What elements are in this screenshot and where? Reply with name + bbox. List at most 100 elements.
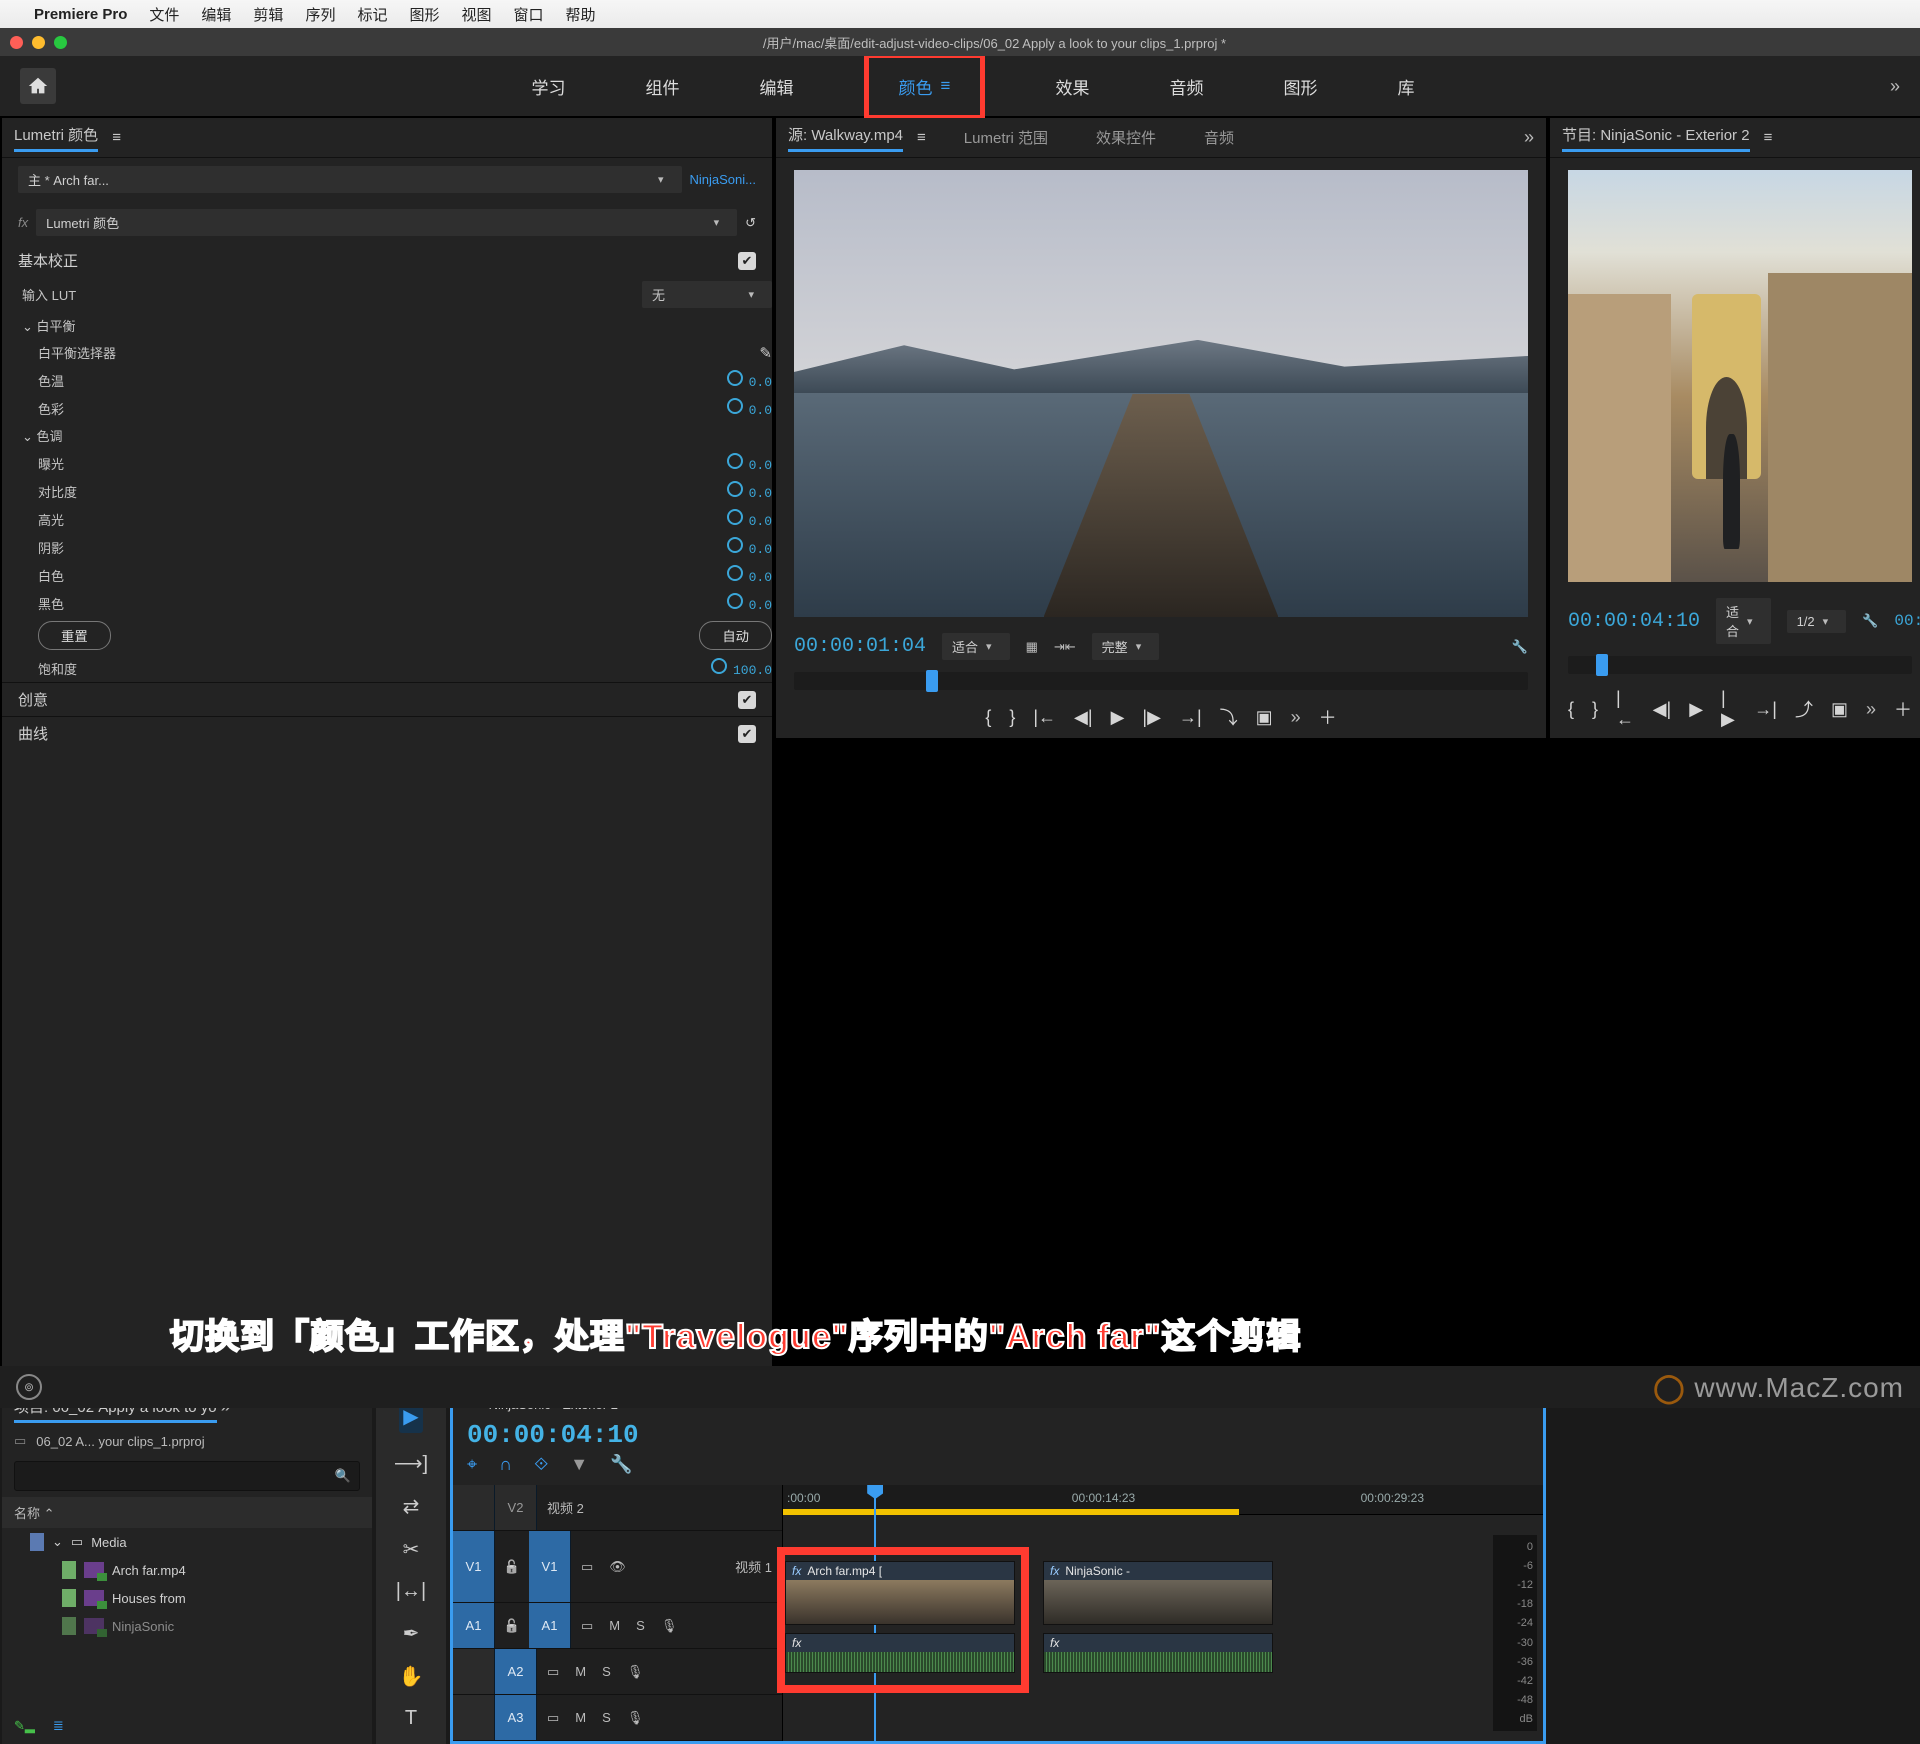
menu-help[interactable]: 帮助 (566, 4, 596, 25)
reset-button[interactable]: 重置 (38, 621, 111, 650)
mark-in-icon[interactable]: { (1568, 699, 1574, 720)
eyedropper-icon[interactable]: ✎ (759, 344, 772, 362)
ws-graphics[interactable]: 图形 (1273, 53, 1327, 120)
overflow-icon[interactable]: » (1866, 699, 1876, 720)
hand-tool-icon[interactable]: ✋ (399, 1664, 424, 1689)
step-fwd-icon[interactable]: |▶ (1142, 707, 1161, 728)
column-name[interactable]: 名称 (14, 1506, 40, 1521)
insert-icon[interactable]: ⤵ (1220, 704, 1238, 730)
creative-cloud-icon[interactable]: ⊚ (16, 1374, 42, 1400)
mic-icon[interactable]: 🎙 (661, 1618, 678, 1634)
menu-icon[interactable]: ≡ (917, 129, 926, 146)
expand-icon[interactable]: ⇥⇤ (1054, 639, 1076, 655)
clip-houses[interactable]: Houses from (112, 1591, 186, 1606)
go-out-icon[interactable]: →| (1754, 699, 1777, 720)
ws-edit[interactable]: 编辑 (750, 53, 804, 120)
source-scrubber[interactable] (794, 672, 1528, 690)
tab-audio[interactable]: 音频 (1204, 127, 1234, 148)
settings-icon[interactable]: 🔧 (1512, 639, 1528, 655)
mute-button[interactable]: M (609, 1618, 620, 1633)
menu-file[interactable]: 文件 (149, 4, 179, 25)
menu-icon[interactable]: ≡ (1764, 129, 1773, 146)
tab-lumetri-scopes[interactable]: Lumetri 范围 (964, 127, 1048, 148)
magnet-icon[interactable]: ∩ (499, 1454, 512, 1475)
solo-button[interactable]: S (636, 1618, 645, 1633)
add-button-icon[interactable]: ＋ (1894, 696, 1912, 722)
mic-icon[interactable]: 🎙 (627, 1710, 644, 1726)
src-v1[interactable]: V1 (453, 1531, 495, 1602)
timeline-timecode[interactable]: 00:00:04:10 (453, 1420, 1543, 1450)
menu-icon[interactable]: ≡ (941, 76, 951, 96)
marker-icon[interactable]: ▼ (570, 1454, 588, 1475)
pen-tool-icon[interactable]: ✒ (403, 1621, 420, 1646)
fit-dropdown[interactable]: 适合 (942, 633, 1010, 660)
lumetri-tab[interactable]: Lumetri 颜色 (14, 124, 98, 152)
creative-header[interactable]: 创意 (18, 689, 48, 710)
ws-library[interactable]: 库 (1387, 53, 1424, 120)
menu-icon[interactable]: ≡ (112, 129, 121, 146)
snap-icon[interactable]: ⌖ (467, 1454, 477, 1475)
mark-in-icon[interactable]: { (985, 707, 991, 728)
ws-audio[interactable]: 音频 (1159, 53, 1213, 120)
ws-learn[interactable]: 学习 (522, 53, 576, 120)
grid-icon[interactable]: ▦ (1026, 639, 1038, 655)
step-back-icon[interactable]: ◀| (1653, 699, 1672, 720)
master-clip-dropdown[interactable]: 主 * Arch far... (18, 166, 682, 193)
add-button-icon[interactable]: ＋ (1319, 704, 1337, 730)
src-a1[interactable]: A1 (453, 1603, 495, 1648)
quality-dropdown[interactable]: 1/2 (1787, 610, 1847, 633)
overflow-icon[interactable]: » (1291, 707, 1301, 728)
ws-assembly[interactable]: 组件 (636, 53, 690, 120)
settings-icon[interactable]: 🔧 (610, 1454, 632, 1475)
sequence-link[interactable]: NinjaSoni... (690, 172, 756, 187)
lock-icon[interactable] (495, 1559, 529, 1575)
menu-window[interactable]: 窗口 (514, 4, 544, 25)
program-viewer[interactable] (1568, 170, 1912, 582)
overwrite-icon[interactable]: ▣ (1256, 707, 1273, 728)
ws-color[interactable]: 颜色 ≡ (889, 68, 961, 105)
settings-icon[interactable]: 🔧 (1862, 613, 1878, 629)
program-timecode[interactable]: 00:00:04:10 (1568, 610, 1700, 633)
go-in-icon[interactable]: |← (1616, 688, 1635, 730)
menu-sequence[interactable]: 序列 (305, 4, 335, 25)
play-icon[interactable]: ▶ (1111, 707, 1125, 728)
type-tool-icon[interactable]: T (405, 1707, 417, 1730)
step-fwd-icon[interactable]: |▶ (1721, 688, 1736, 730)
clip-ninjasonic[interactable]: fxNinjaSonic - (1043, 1561, 1273, 1625)
home-button[interactable] (20, 68, 56, 104)
clip-arch[interactable]: Arch far.mp4 (112, 1563, 186, 1578)
go-in-icon[interactable]: |← (1033, 707, 1056, 728)
basic-toggle[interactable]: ✔ (738, 252, 756, 270)
mark-out-icon[interactable]: } (1009, 707, 1015, 728)
time-ruler[interactable]: :00:00 00:00:14:23 00:00:29:23 (783, 1485, 1543, 1515)
overflow-icon[interactable]: » (1524, 127, 1534, 148)
menu-clip[interactable]: 剪辑 (253, 4, 283, 25)
lock-icon[interactable] (495, 1618, 529, 1634)
zoom-icon[interactable] (54, 36, 67, 49)
audio-clip[interactable]: fx (1043, 1633, 1273, 1673)
list-view-icon[interactable]: ≣ (53, 1718, 64, 1734)
ws-effects[interactable]: 效果 (1045, 53, 1099, 120)
slip-tool-icon[interactable]: |↔| (396, 1580, 426, 1603)
auto-button[interactable]: 自动 (699, 621, 772, 650)
reset-icon[interactable]: ↺ (745, 215, 756, 231)
mark-out-icon[interactable]: } (1592, 699, 1598, 720)
track-select-tool-icon[interactable]: ⟶] (394, 1451, 428, 1476)
tone-header[interactable]: 色调 (37, 429, 63, 444)
mic-icon[interactable]: 🎙 (627, 1664, 644, 1680)
ripple-tool-icon[interactable]: ⇄ (403, 1494, 420, 1519)
go-out-icon[interactable]: →| (1179, 707, 1202, 728)
quality-dropdown[interactable]: 完整 (1092, 633, 1160, 660)
source-tab[interactable]: 源: Walkway.mp4 (788, 124, 903, 152)
play-icon[interactable]: ▶ (1689, 699, 1703, 720)
effect-dropdown[interactable]: Lumetri 颜色 (36, 209, 737, 236)
clip-ninja[interactable]: NinjaSonic (112, 1619, 174, 1634)
project-search[interactable]: 🔍 (14, 1461, 360, 1491)
curves-toggle[interactable]: ✔ (738, 725, 756, 743)
eye-icon[interactable]: 👁 (609, 1559, 626, 1575)
linked-selection-icon[interactable]: ⟐ (534, 1454, 548, 1475)
program-tab[interactable]: 节目: NinjaSonic - Exterior 2 (1562, 124, 1750, 152)
source-viewer[interactable] (794, 170, 1528, 617)
menu-graphics[interactable]: 图形 (409, 4, 439, 25)
timeline-canvas[interactable]: :00:00 00:00:14:23 00:00:29:23 fxArch fa… (783, 1485, 1543, 1741)
